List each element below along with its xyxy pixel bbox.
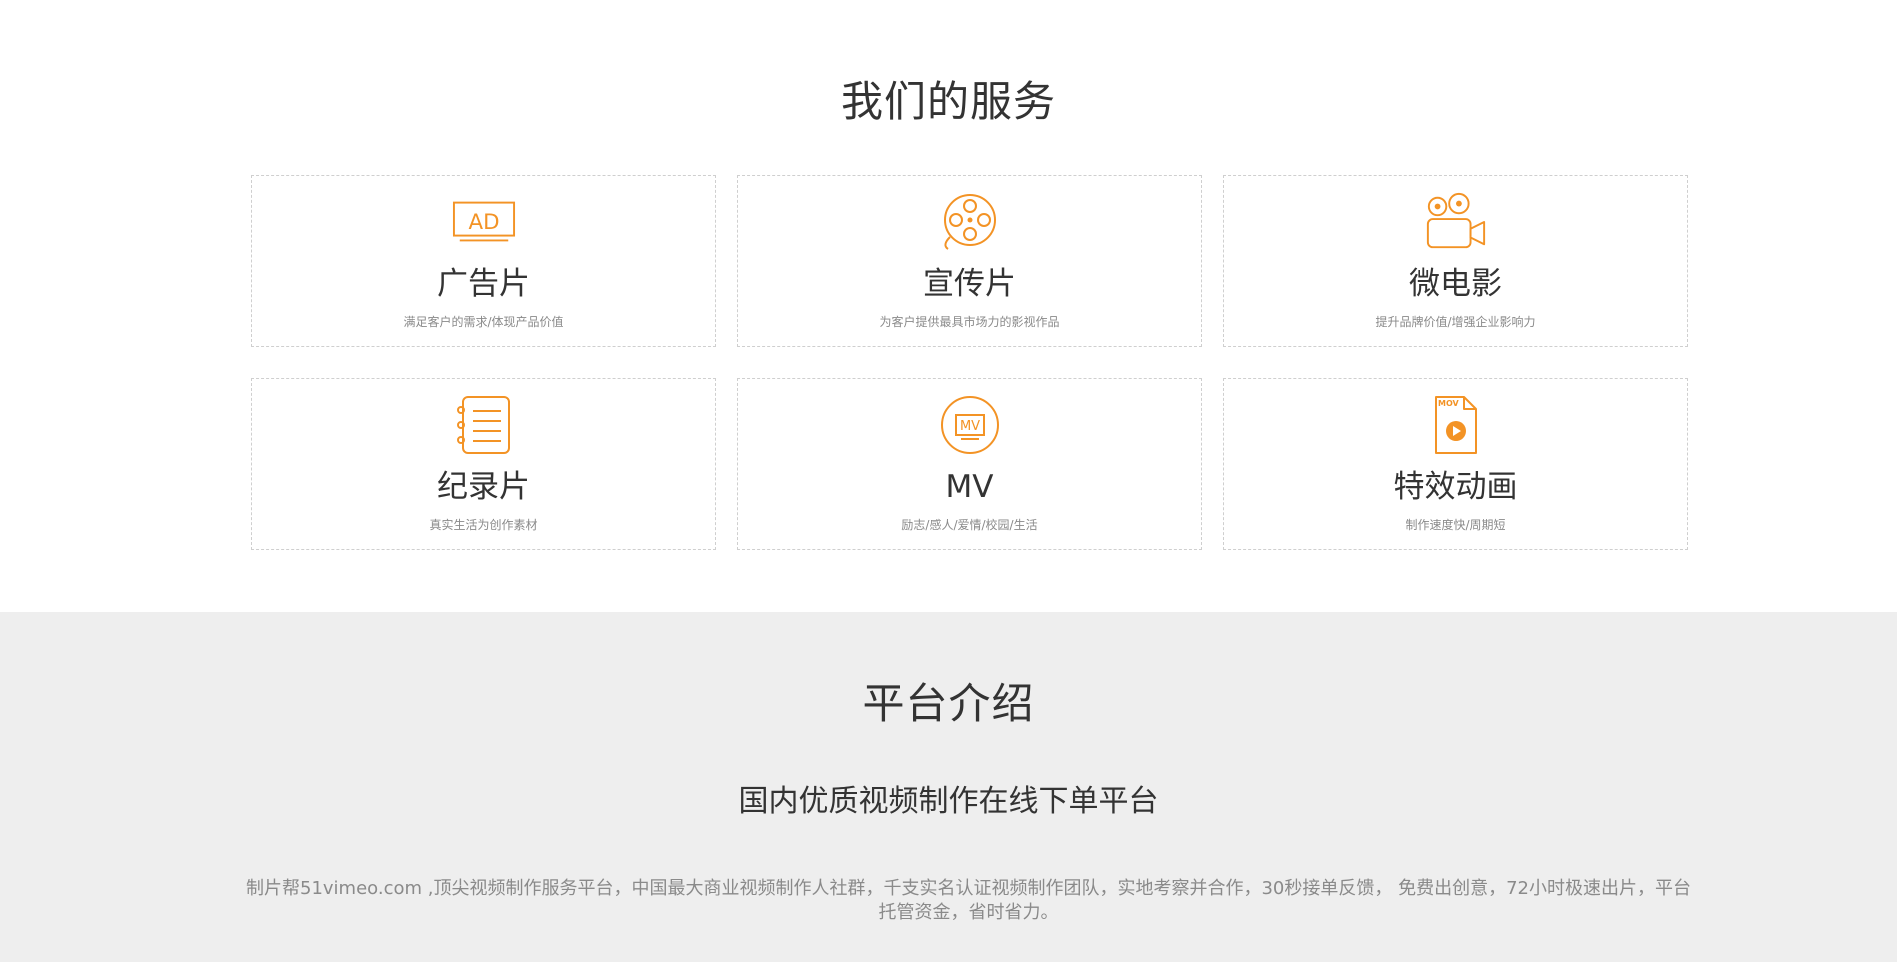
- service-card-mv[interactable]: MV MV 励志/感人/爱情/校园/生活: [737, 378, 1202, 550]
- notebook-icon: [452, 393, 516, 457]
- mv-icon: MV: [938, 393, 1002, 457]
- service-desc: 真实生活为创作素材: [429, 518, 538, 532]
- platform-title: 平台介绍: [862, 679, 1035, 728]
- service-desc: 满足客户的需求/体现产品价值: [403, 315, 564, 329]
- service-name: 纪录片: [437, 469, 530, 505]
- service-name: MV: [945, 469, 994, 505]
- service-desc: 励志/感人/爱情/校园/生活: [901, 518, 1038, 532]
- svg-text:MV: MV: [959, 419, 979, 434]
- movie-camera-icon: [1424, 190, 1488, 254]
- service-name: 广告片: [437, 266, 530, 302]
- platform-description: 制片帮51vimeo.com ,顶尖视频制作服务平台，中国最大商业视频制作人社群…: [246, 878, 1691, 923]
- service-desc: 提升品牌价值/增强企业影响力: [1375, 315, 1536, 329]
- services-section: 我们的服务 AD 广告片 满足客户的需求/体现产品价值 宣传片 为客户提供最具市…: [0, 0, 1897, 612]
- platform-subtitle: 国内优质视频制作在线下单平台: [738, 784, 1159, 819]
- ad-icon: AD: [452, 190, 516, 254]
- service-card-documentary[interactable]: 纪录片 真实生活为创作素材: [251, 378, 716, 550]
- platform-section: 平台介绍 国内优质视频制作在线下单平台 制片帮51vimeo.com ,顶尖视频…: [0, 612, 1897, 962]
- film-reel-icon: [938, 190, 1002, 254]
- svg-text:AD: AD: [468, 210, 499, 235]
- service-name: 微电影: [1409, 266, 1502, 302]
- mov-file-icon: MOV: [1424, 393, 1488, 457]
- services-title: 我们的服务: [840, 77, 1056, 126]
- svg-text:MOV: MOV: [1438, 399, 1460, 408]
- service-card-ad[interactable]: AD 广告片 满足客户的需求/体现产品价值: [251, 175, 716, 347]
- service-name: 特效动画: [1393, 469, 1518, 505]
- service-desc: 为客户提供最具市场力的影视作品: [879, 315, 1060, 329]
- service-card-promo[interactable]: 宣传片 为客户提供最具市场力的影视作品: [737, 175, 1202, 347]
- service-name: 宣传片: [923, 266, 1016, 302]
- service-desc: 制作速度快/周期短: [1405, 518, 1506, 532]
- service-card-micro-film[interactable]: 微电影 提升品牌价值/增强企业影响力: [1223, 175, 1688, 347]
- service-card-animation[interactable]: MOV 特效动画 制作速度快/周期短: [1223, 378, 1688, 550]
